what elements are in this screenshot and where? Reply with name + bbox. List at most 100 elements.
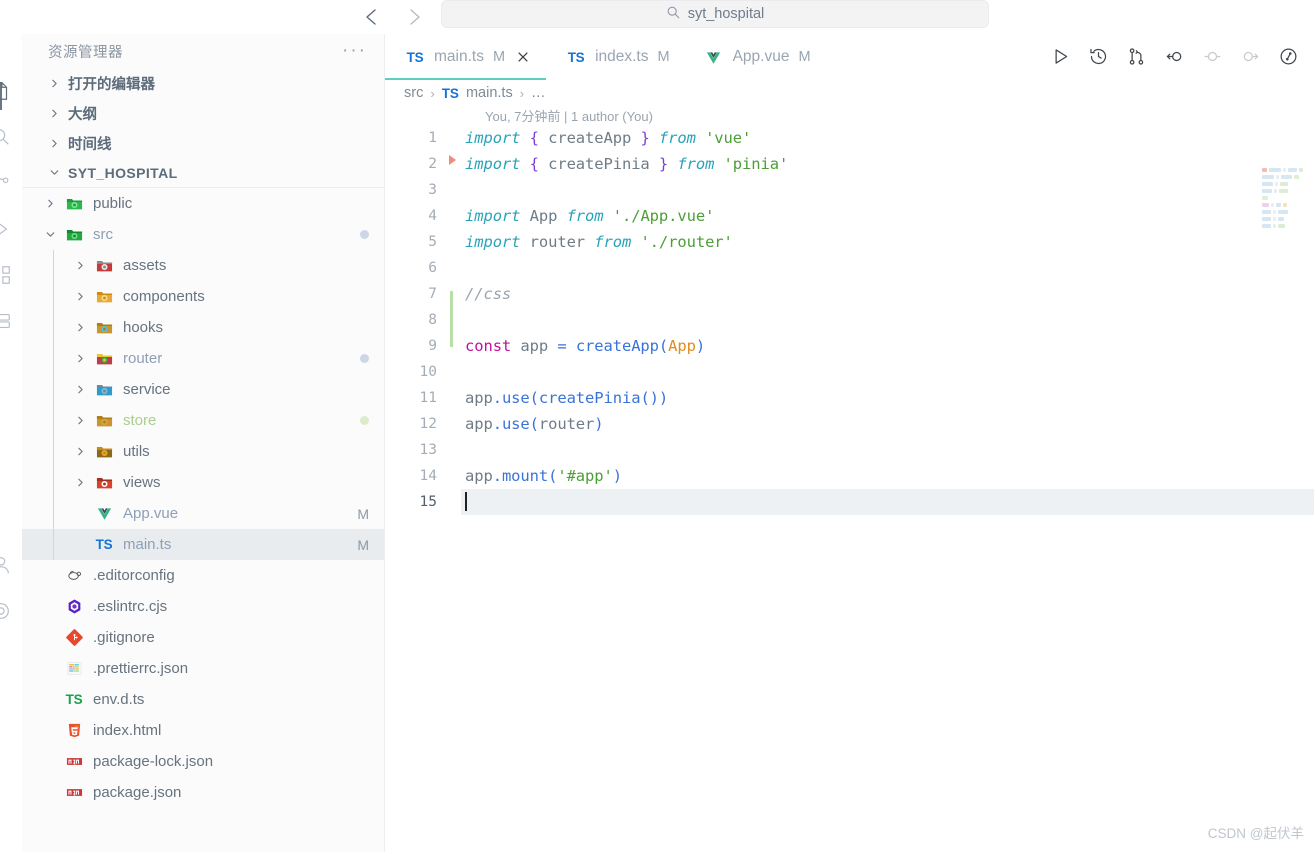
- root-folder-label: SYT_HOSPITAL: [68, 164, 178, 181]
- chevron-right-icon[interactable]: [74, 321, 88, 335]
- tree-file-row[interactable]: package-lock.json: [22, 746, 385, 777]
- html5-icon: [64, 721, 84, 741]
- tree-folder-row[interactable]: public: [22, 188, 385, 219]
- code-line[interactable]: 10: [385, 359, 1314, 385]
- minimap-segment: [1278, 217, 1284, 221]
- debug-alt-icon[interactable]: [1274, 42, 1302, 70]
- tree-file-row[interactable]: package.json: [22, 777, 385, 808]
- code-editor[interactable]: You, 7分钟前 | 1 author (You) 1 import { cre…: [385, 106, 1314, 826]
- chevron-right-icon[interactable]: [74, 383, 88, 397]
- minimap-segment: [1262, 217, 1271, 221]
- chevron-right-icon[interactable]: [74, 259, 88, 273]
- chevron-right-icon[interactable]: [74, 476, 88, 490]
- activity-bar-item-search[interactable]: [0, 126, 20, 156]
- step-forward-icon: [1236, 42, 1264, 70]
- minimap-segment: [1281, 175, 1292, 179]
- tree-folder-row[interactable]: utils: [22, 436, 385, 467]
- sidebar-section-2[interactable]: 大纲: [22, 98, 385, 128]
- history-icon[interactable]: [1084, 42, 1112, 70]
- minimap-segment: [1273, 210, 1276, 214]
- folder-views-icon: [94, 473, 114, 493]
- breakpoint-marker-icon[interactable]: [449, 155, 456, 165]
- chevron-right-icon: [48, 77, 61, 90]
- tree-file-row[interactable]: .editorconfig: [22, 560, 385, 591]
- step-back-icon[interactable]: [1160, 42, 1188, 70]
- editor-tab-index-ts[interactable]: TS index.ts M: [546, 34, 684, 80]
- code-line[interactable]: 14 app.mount('#app'): [385, 463, 1314, 489]
- chevron-right-icon[interactable]: [74, 445, 88, 459]
- tree-file-row[interactable]: .gitignore: [22, 622, 385, 653]
- arrow-right-icon[interactable]: [402, 4, 428, 30]
- git-status-dot: [360, 230, 369, 239]
- code-line[interactable]: 5 import router from './router': [385, 229, 1314, 255]
- code-text: app.mount('#app'): [465, 467, 622, 485]
- tree-folder-row[interactable]: src: [22, 219, 385, 250]
- tree-folder-row[interactable]: store: [22, 405, 385, 436]
- tree-folder-row[interactable]: hooks: [22, 312, 385, 343]
- tree-file-row[interactable]: TS main.ts M: [22, 529, 385, 560]
- code-line[interactable]: 9 const app = createApp(App): [385, 333, 1314, 359]
- close-icon[interactable]: [514, 48, 532, 66]
- chevron-right-icon[interactable]: [44, 197, 58, 211]
- tree-folder-row[interactable]: assets: [22, 250, 385, 281]
- run-play-icon[interactable]: [1046, 42, 1074, 70]
- editor-tab-App-vue[interactable]: App.vue M: [684, 34, 825, 80]
- tree-file-row[interactable]: App.vue M: [22, 498, 385, 529]
- code-line[interactable]: 13: [385, 437, 1314, 463]
- arrow-left-icon[interactable]: [358, 4, 384, 30]
- minimap-segment: [1262, 203, 1269, 207]
- code-line[interactable]: 2 import { createPinia } from 'pinia': [385, 151, 1314, 177]
- activity-bar-item-settings[interactable]: [0, 600, 20, 630]
- minimap[interactable]: [1262, 168, 1308, 258]
- tree-file-row[interactable]: .prettierrc.json: [22, 653, 385, 684]
- code-line[interactable]: 1 import { createApp } from 'vue': [385, 125, 1314, 151]
- code-line[interactable]: 7 //css: [385, 281, 1314, 321]
- tree-folder-row[interactable]: views: [22, 467, 385, 498]
- chevron-right-icon: [48, 107, 61, 120]
- tree-file-row[interactable]: .eslintrc.cjs: [22, 591, 385, 622]
- code-line[interactable]: 11 app.use(createPinia()): [385, 385, 1314, 411]
- sidebar-section-3[interactable]: 时间线: [22, 128, 385, 158]
- code-line[interactable]: 4 import App from './App.vue': [385, 203, 1314, 229]
- tree-folder-row[interactable]: service: [22, 374, 385, 405]
- sidebar-item-root-folder[interactable]: SYT_HOSPITAL: [22, 158, 385, 188]
- activity-bar-item-remote[interactable]: [0, 310, 20, 340]
- activity-bar-item-accounts[interactable]: [0, 554, 20, 584]
- tree-item-label: .prettierrc.json: [93, 660, 189, 677]
- tree-folder-row[interactable]: router: [22, 343, 385, 374]
- code-line[interactable]: 6: [385, 255, 1314, 281]
- code-line[interactable]: 15: [385, 489, 1314, 515]
- activity-bar: [0, 34, 22, 852]
- command-center-search[interactable]: syt_hospital: [441, 0, 989, 28]
- breadcrumb-item[interactable]: src: [404, 85, 423, 101]
- activity-bar-item-explorer[interactable]: [0, 80, 20, 110]
- breadcrumb-item[interactable]: TS main.ts: [442, 85, 513, 101]
- code-line[interactable]: 12 app.use(router): [385, 411, 1314, 437]
- minimap-line: [1262, 182, 1308, 186]
- editor-tab-label: App.vue: [732, 48, 790, 65]
- tree-file-row[interactable]: index.html: [22, 715, 385, 746]
- tree-folder-row[interactable]: components: [22, 281, 385, 312]
- sidebar-section-1[interactable]: 打开的编辑器: [22, 68, 385, 98]
- activity-bar-item-source-control[interactable]: [0, 172, 20, 202]
- code-line[interactable]: 3: [385, 177, 1314, 203]
- sidebar-more-actions-button[interactable]: ···: [342, 41, 367, 60]
- title-bar: syt_hospital: [0, 0, 1314, 34]
- editor-tab-main-ts[interactable]: TS main.ts M: [385, 34, 547, 80]
- activity-bar-item-run-debug[interactable]: [0, 218, 20, 248]
- chevron-right-icon[interactable]: [74, 290, 88, 304]
- folder-router-icon: [94, 349, 114, 369]
- source-control-icon[interactable]: [1122, 42, 1150, 70]
- breadcrumb-item[interactable]: …: [531, 85, 546, 101]
- tree-file-row[interactable]: TS env.d.ts: [22, 684, 385, 715]
- chevron-right-icon: [48, 137, 61, 150]
- chevron-right-icon[interactable]: [74, 352, 88, 366]
- chevron-down-icon[interactable]: [44, 228, 58, 242]
- activity-bar-item-extensions[interactable]: [0, 264, 20, 294]
- minimap-line: [1262, 210, 1308, 214]
- chevron-right-icon[interactable]: [74, 414, 88, 428]
- code-line[interactable]: 8: [385, 307, 1314, 347]
- line-number: 5: [428, 234, 437, 250]
